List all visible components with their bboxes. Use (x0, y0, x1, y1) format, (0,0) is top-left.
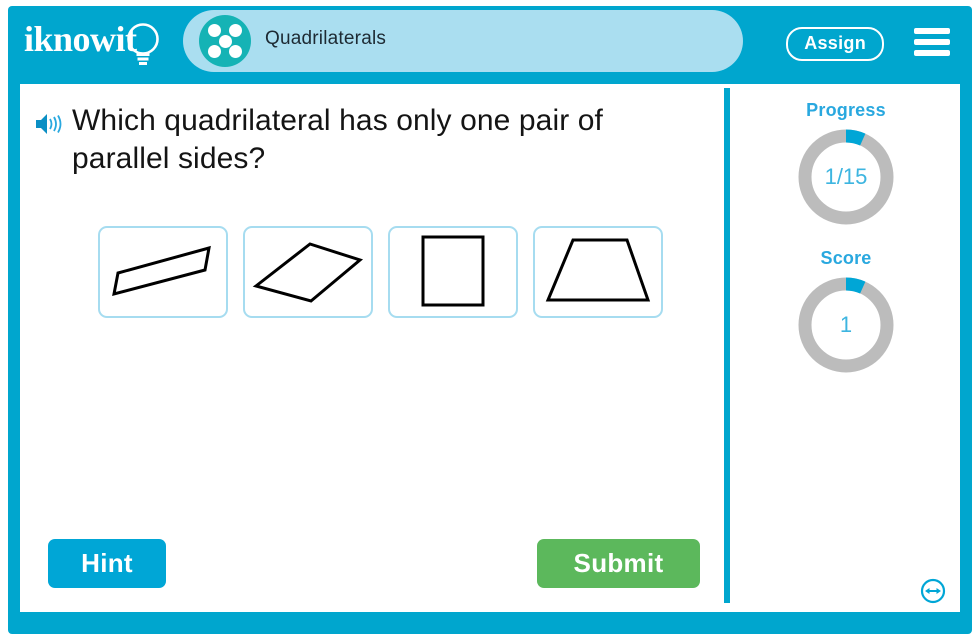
speaker-icon[interactable] (34, 111, 66, 137)
progress-block: Progress 1/15 (732, 100, 960, 229)
content-sidebar-divider (724, 88, 730, 603)
iknowit-logo[interactable]: iknowit (24, 16, 174, 68)
trapezoid-shape-icon (545, 238, 651, 302)
square-shape-icon (421, 235, 485, 307)
progress-value: 1/15 (824, 164, 868, 189)
app-header: iknowit Quadrilaterals Assign (8, 6, 972, 76)
lesson-title-panel: Quadrilaterals (183, 10, 743, 72)
answer-option-trapezoid[interactable] (533, 226, 663, 318)
lesson-title: Quadrilaterals (265, 28, 387, 49)
hamburger-menu-icon[interactable] (914, 28, 950, 56)
rectangle-shape-icon (112, 245, 211, 297)
answer-options (98, 226, 663, 318)
assign-button[interactable]: Assign (786, 27, 884, 61)
app-window: iknowit Quadrilaterals Assign Which quad… (8, 6, 972, 634)
answer-option-rhombus[interactable] (243, 226, 373, 318)
progress-ring: 1/15 (794, 125, 898, 229)
score-ring: 1 (794, 273, 898, 377)
dice-five-icon (199, 15, 251, 67)
answer-option-square[interactable] (388, 226, 518, 318)
stats-sidebar: Progress 1/15 Score 1 (732, 84, 960, 612)
content-area: Which quadrilateral has only one pair of… (20, 84, 960, 612)
question-text: Which quadrilateral has only one pair of… (72, 104, 603, 175)
submit-button[interactable]: Submit (537, 539, 700, 588)
progress-label: Progress (806, 100, 886, 120)
rhombus-shape-icon (252, 242, 364, 303)
score-label: Score (820, 248, 872, 268)
score-block: Score 1 (732, 248, 960, 377)
answer-option-rectangle[interactable] (98, 226, 228, 318)
score-value: 1 (839, 312, 853, 337)
hint-button[interactable]: Hint (48, 539, 166, 588)
lightbulb-icon (127, 23, 159, 65)
